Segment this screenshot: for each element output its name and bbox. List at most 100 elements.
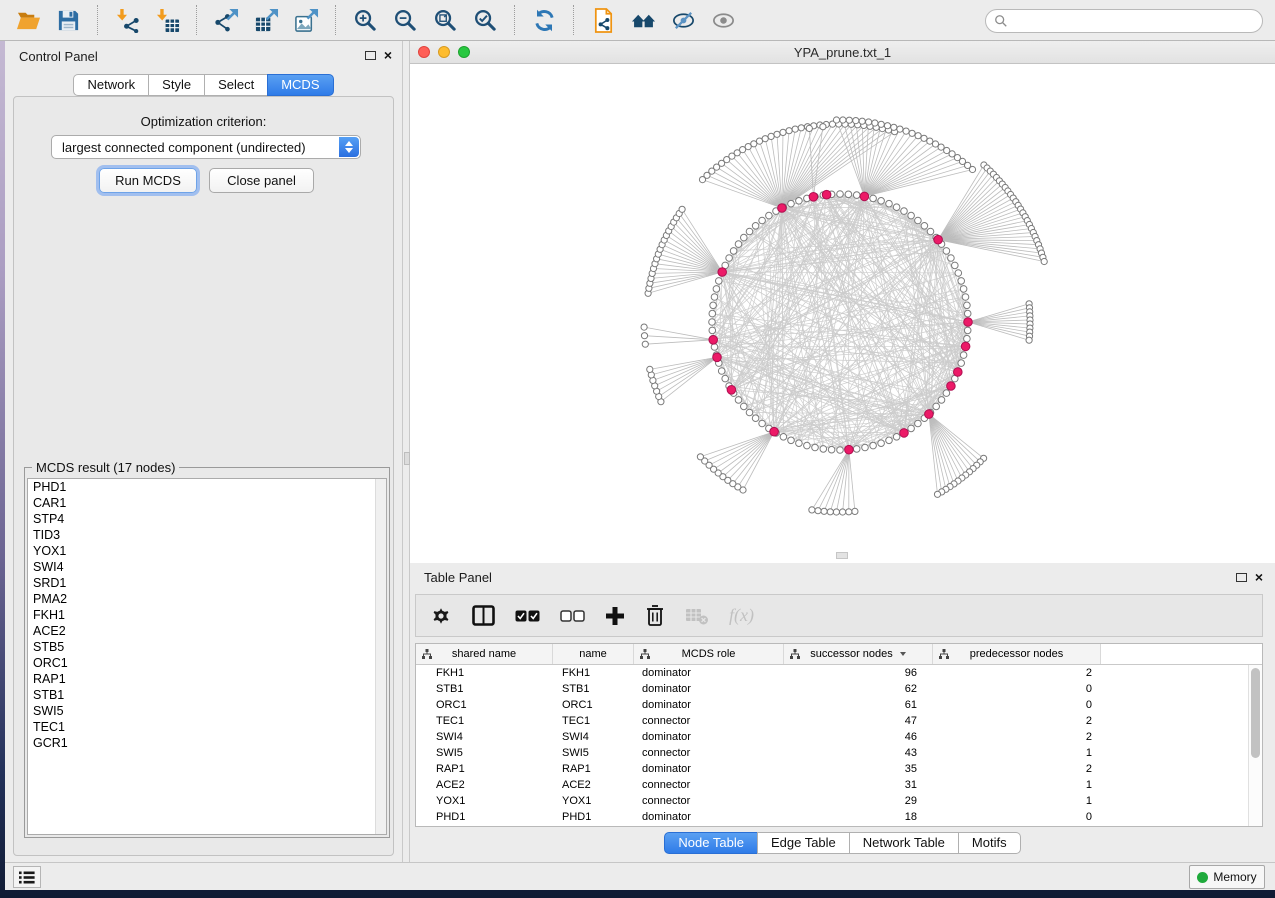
cell-name: ORC1 bbox=[553, 699, 634, 711]
function-builder-icon[interactable]: f(x) bbox=[729, 603, 754, 629]
canvas-splitter-grip[interactable] bbox=[836, 552, 848, 559]
refresh-icon[interactable] bbox=[529, 6, 559, 34]
export-table-icon[interactable] bbox=[251, 6, 281, 34]
table-row[interactable]: RAP1RAP1dominator352 bbox=[416, 761, 1248, 777]
tab-edge-table[interactable]: Edge Table bbox=[757, 832, 850, 854]
close-panel-icon[interactable]: × bbox=[384, 50, 392, 60]
tab-style[interactable]: Style bbox=[148, 74, 205, 96]
table-row[interactable]: ORC1ORC1dominator610 bbox=[416, 697, 1248, 713]
control-panel-window-buttons: × bbox=[365, 50, 392, 60]
export-image-icon[interactable] bbox=[291, 6, 321, 34]
list-item[interactable]: SRD1 bbox=[28, 575, 386, 591]
network-canvas[interactable] bbox=[410, 64, 1275, 563]
float-window-icon[interactable] bbox=[1236, 573, 1247, 582]
cell-successor-nodes: 35 bbox=[784, 763, 933, 775]
column-header-predecessor-nodes[interactable]: predecessor nodes bbox=[933, 644, 1101, 664]
export-network-icon[interactable] bbox=[211, 6, 241, 34]
delete-row-icon[interactable] bbox=[645, 603, 665, 629]
cell-name: RAP1 bbox=[553, 763, 634, 775]
list-item[interactable]: FKH1 bbox=[28, 607, 386, 623]
table-row[interactable]: SWI4SWI4dominator462 bbox=[416, 729, 1248, 745]
column-header-shared-name[interactable]: shared name bbox=[416, 644, 553, 664]
float-window-icon[interactable] bbox=[365, 51, 376, 60]
list-item[interactable]: STB1 bbox=[28, 687, 386, 703]
tab-motifs[interactable]: Motifs bbox=[958, 832, 1021, 854]
table-row[interactable]: PHD1PHD1dominator180 bbox=[416, 809, 1248, 825]
close-panel-button[interactable]: Close panel bbox=[209, 168, 314, 193]
table-scrollbar-thumb[interactable] bbox=[1251, 668, 1260, 758]
save-session-icon[interactable] bbox=[53, 6, 83, 34]
table-row[interactable]: ACE2ACE2connector311 bbox=[416, 777, 1248, 793]
close-panel-icon[interactable]: × bbox=[1255, 572, 1263, 582]
list-item[interactable]: PHD1 bbox=[28, 479, 386, 495]
show-all-eye-icon[interactable] bbox=[708, 6, 738, 34]
table-row[interactable]: SWI5SWI5connector431 bbox=[416, 745, 1248, 761]
import-table-icon[interactable] bbox=[152, 6, 182, 34]
list-item[interactable]: YOX1 bbox=[28, 543, 386, 559]
first-neighbors-icon[interactable] bbox=[628, 6, 658, 34]
zoom-fit-icon[interactable] bbox=[430, 6, 460, 34]
memory-label: Memory bbox=[1213, 870, 1256, 884]
tab-select[interactable]: Select bbox=[204, 74, 268, 96]
settings-gear-icon[interactable] bbox=[430, 603, 452, 629]
zoom-out-icon[interactable] bbox=[390, 6, 420, 34]
hide-selected-eye-slash-icon[interactable] bbox=[668, 6, 698, 34]
list-item[interactable]: ORC1 bbox=[28, 655, 386, 671]
column-header-successor-nodes[interactable]: successor nodes bbox=[784, 644, 933, 664]
column-header-name[interactable]: name bbox=[553, 644, 634, 664]
list-item[interactable]: TEC1 bbox=[28, 719, 386, 735]
tab-network[interactable]: Network bbox=[73, 74, 149, 96]
network-graph[interactable] bbox=[410, 64, 1275, 563]
criterion-dropdown[interactable]: largest connected component (undirected) bbox=[51, 135, 361, 159]
column-label: MCDS role bbox=[682, 648, 736, 660]
table-row[interactable]: TEC1TEC1connector472 bbox=[416, 713, 1248, 729]
open-file-icon[interactable] bbox=[13, 6, 43, 34]
splitter-grip[interactable] bbox=[404, 452, 410, 465]
list-item[interactable]: GCR1 bbox=[28, 735, 386, 751]
select-all-checkboxes-icon[interactable] bbox=[515, 603, 540, 629]
tab-node-table[interactable]: Node Table bbox=[664, 832, 758, 854]
cell-name: SWI4 bbox=[553, 731, 634, 743]
cell-mcds-role: dominator bbox=[634, 731, 784, 743]
delete-table-icon[interactable] bbox=[685, 603, 709, 629]
table-panel: Table Panel × f(x) bbox=[410, 566, 1275, 862]
search-field[interactable] bbox=[985, 9, 1263, 33]
memory-button[interactable]: Memory bbox=[1189, 865, 1265, 889]
add-row-icon[interactable] bbox=[605, 603, 625, 629]
tab-network-table[interactable]: Network Table bbox=[849, 832, 959, 854]
table-toolbar: f(x) bbox=[415, 594, 1263, 637]
list-item[interactable]: TID3 bbox=[28, 527, 386, 543]
column-header-mcds-role[interactable]: MCDS role bbox=[634, 644, 784, 664]
zoom-selected-icon[interactable] bbox=[470, 6, 500, 34]
list-item[interactable]: SWI4 bbox=[28, 559, 386, 575]
list-item[interactable]: STP4 bbox=[28, 511, 386, 527]
cell-successor-nodes: 29 bbox=[784, 795, 933, 807]
column-menu-chevron-icon[interactable] bbox=[900, 652, 906, 656]
run-mcds-button[interactable]: Run MCDS bbox=[99, 168, 197, 193]
show-columns-icon[interactable] bbox=[472, 603, 495, 629]
new-network-from-selection-icon[interactable] bbox=[588, 6, 618, 34]
cell-predecessor-nodes: 2 bbox=[933, 715, 1101, 727]
list-item[interactable]: ACE2 bbox=[28, 623, 386, 639]
table-row[interactable]: YOX1YOX1connector291 bbox=[416, 793, 1248, 809]
cell-successor-nodes: 47 bbox=[784, 715, 933, 727]
table-row[interactable]: FKH1FKH1dominator962 bbox=[416, 665, 1248, 681]
zoom-in-icon[interactable] bbox=[350, 6, 380, 34]
task-history-button[interactable] bbox=[13, 866, 41, 888]
deselect-all-checkboxes-icon[interactable] bbox=[560, 603, 585, 629]
mcds-list-scrollbar[interactable] bbox=[375, 479, 386, 834]
tab-mcds[interactable]: MCDS bbox=[267, 74, 333, 96]
list-item[interactable]: RAP1 bbox=[28, 671, 386, 687]
criterion-dropdown-value: largest connected component (undirected) bbox=[62, 140, 306, 155]
cell-predecessor-nodes: 1 bbox=[933, 779, 1101, 791]
list-item[interactable]: SWI5 bbox=[28, 703, 386, 719]
vertical-splitter[interactable] bbox=[402, 41, 410, 862]
list-item[interactable]: STB5 bbox=[28, 639, 386, 655]
mcds-result-list: PHD1 CAR1 STP4 TID3 YOX1 SWI4 SRD1 PMA2 … bbox=[27, 478, 387, 835]
list-item[interactable]: PMA2 bbox=[28, 591, 386, 607]
import-network-icon[interactable] bbox=[112, 6, 142, 34]
list-item[interactable]: CAR1 bbox=[28, 495, 386, 511]
table-row[interactable]: STB1STB1dominator620 bbox=[416, 681, 1248, 697]
table-scrollbar[interactable] bbox=[1248, 665, 1262, 826]
search-input[interactable] bbox=[1013, 14, 1254, 28]
